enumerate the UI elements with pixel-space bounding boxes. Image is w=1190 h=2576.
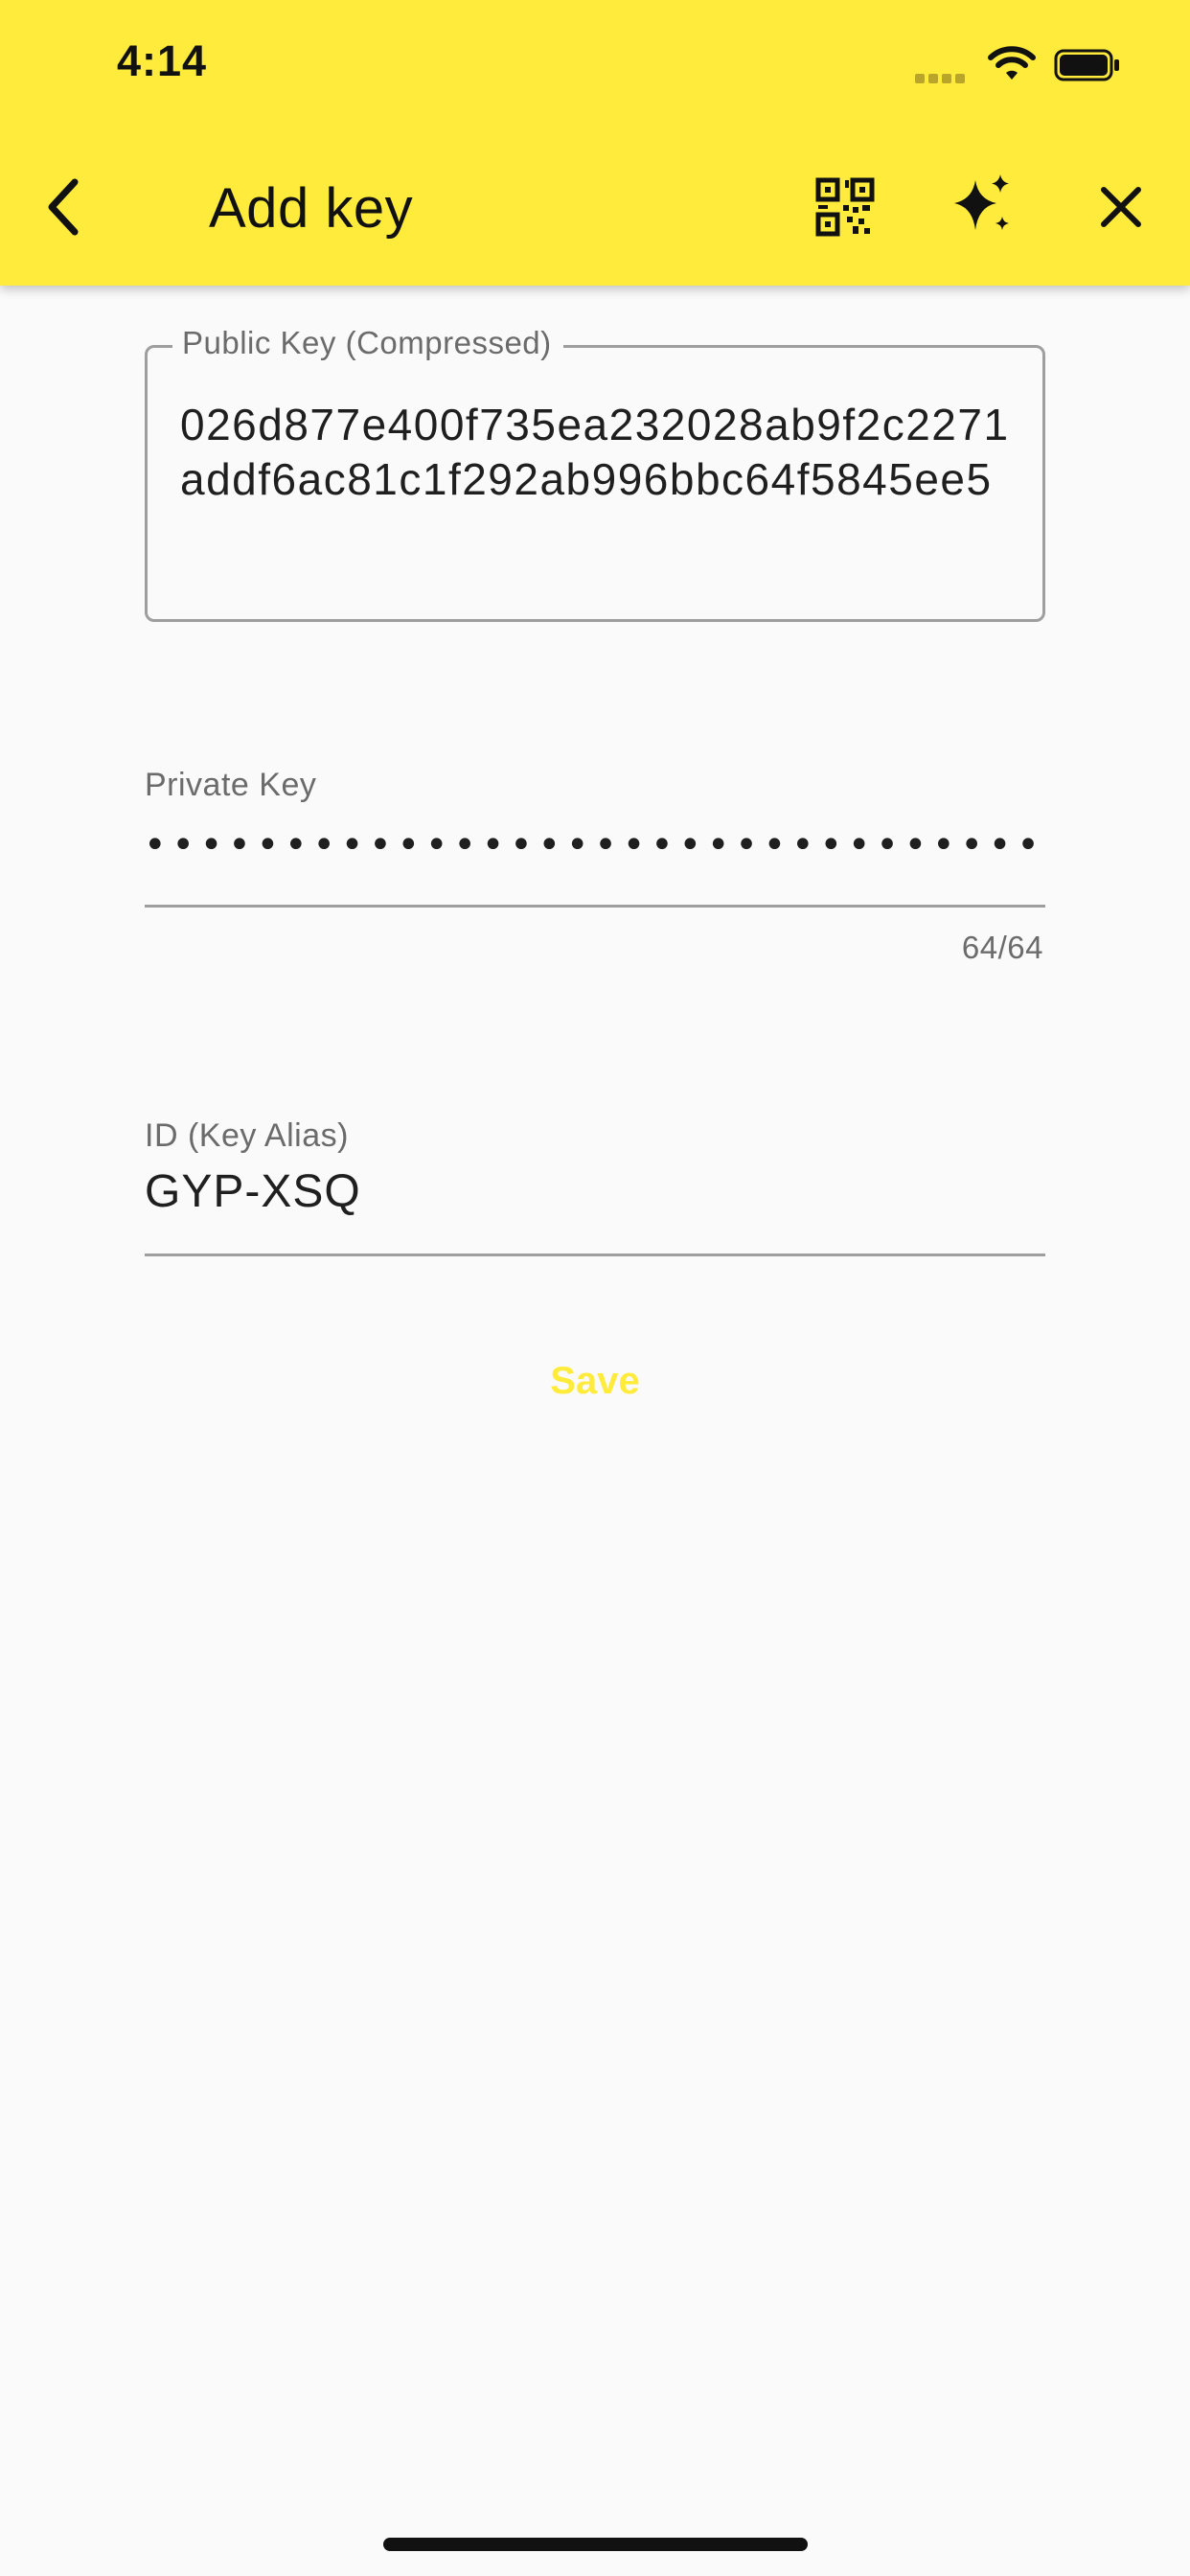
id-input[interactable]: GYP-XSQ: [145, 1165, 361, 1218]
back-button[interactable]: [36, 169, 90, 245]
status-time: 4:14: [117, 36, 208, 85]
home-indicator: [383, 2538, 808, 2551]
private-key-counter: 64/64: [961, 930, 1043, 965]
back-arrow-icon: [48, 178, 79, 236]
wifi-icon: [987, 44, 1037, 82]
id-label: ID (Key Alias): [145, 1117, 349, 1154]
sparkle-icon: [954, 174, 1009, 230]
private-key-label: Private Key: [145, 767, 317, 803]
private-key-input[interactable]: ••••••••••••••••••••••••••••••••••••••••…: [144, 826, 1046, 864]
app-bar: 4:14 Add key: [0, 0, 1190, 286]
private-key-underline: [145, 905, 1045, 908]
close-button[interactable]: [1096, 182, 1146, 232]
scan-qr-button[interactable]: [812, 174, 878, 240]
public-key-field[interactable]: Public Key (Compressed) 026d877e400f735e…: [145, 325, 1045, 622]
public-key-label: Public Key (Compressed): [172, 325, 563, 361]
cellular-signal-icon: [915, 71, 969, 83]
public-key-value[interactable]: 026d877e400f735ea232028ab9f2c2271addf6ac…: [180, 398, 1023, 507]
generate-key-button[interactable]: [949, 171, 1018, 240]
id-underline: [145, 1254, 1045, 1256]
close-icon: [1101, 187, 1141, 227]
battery-icon: [1054, 49, 1121, 81]
save-button[interactable]: Save: [499, 1347, 691, 1414]
qr-code-icon: [815, 177, 875, 237]
page-title: Add key: [209, 177, 414, 240]
